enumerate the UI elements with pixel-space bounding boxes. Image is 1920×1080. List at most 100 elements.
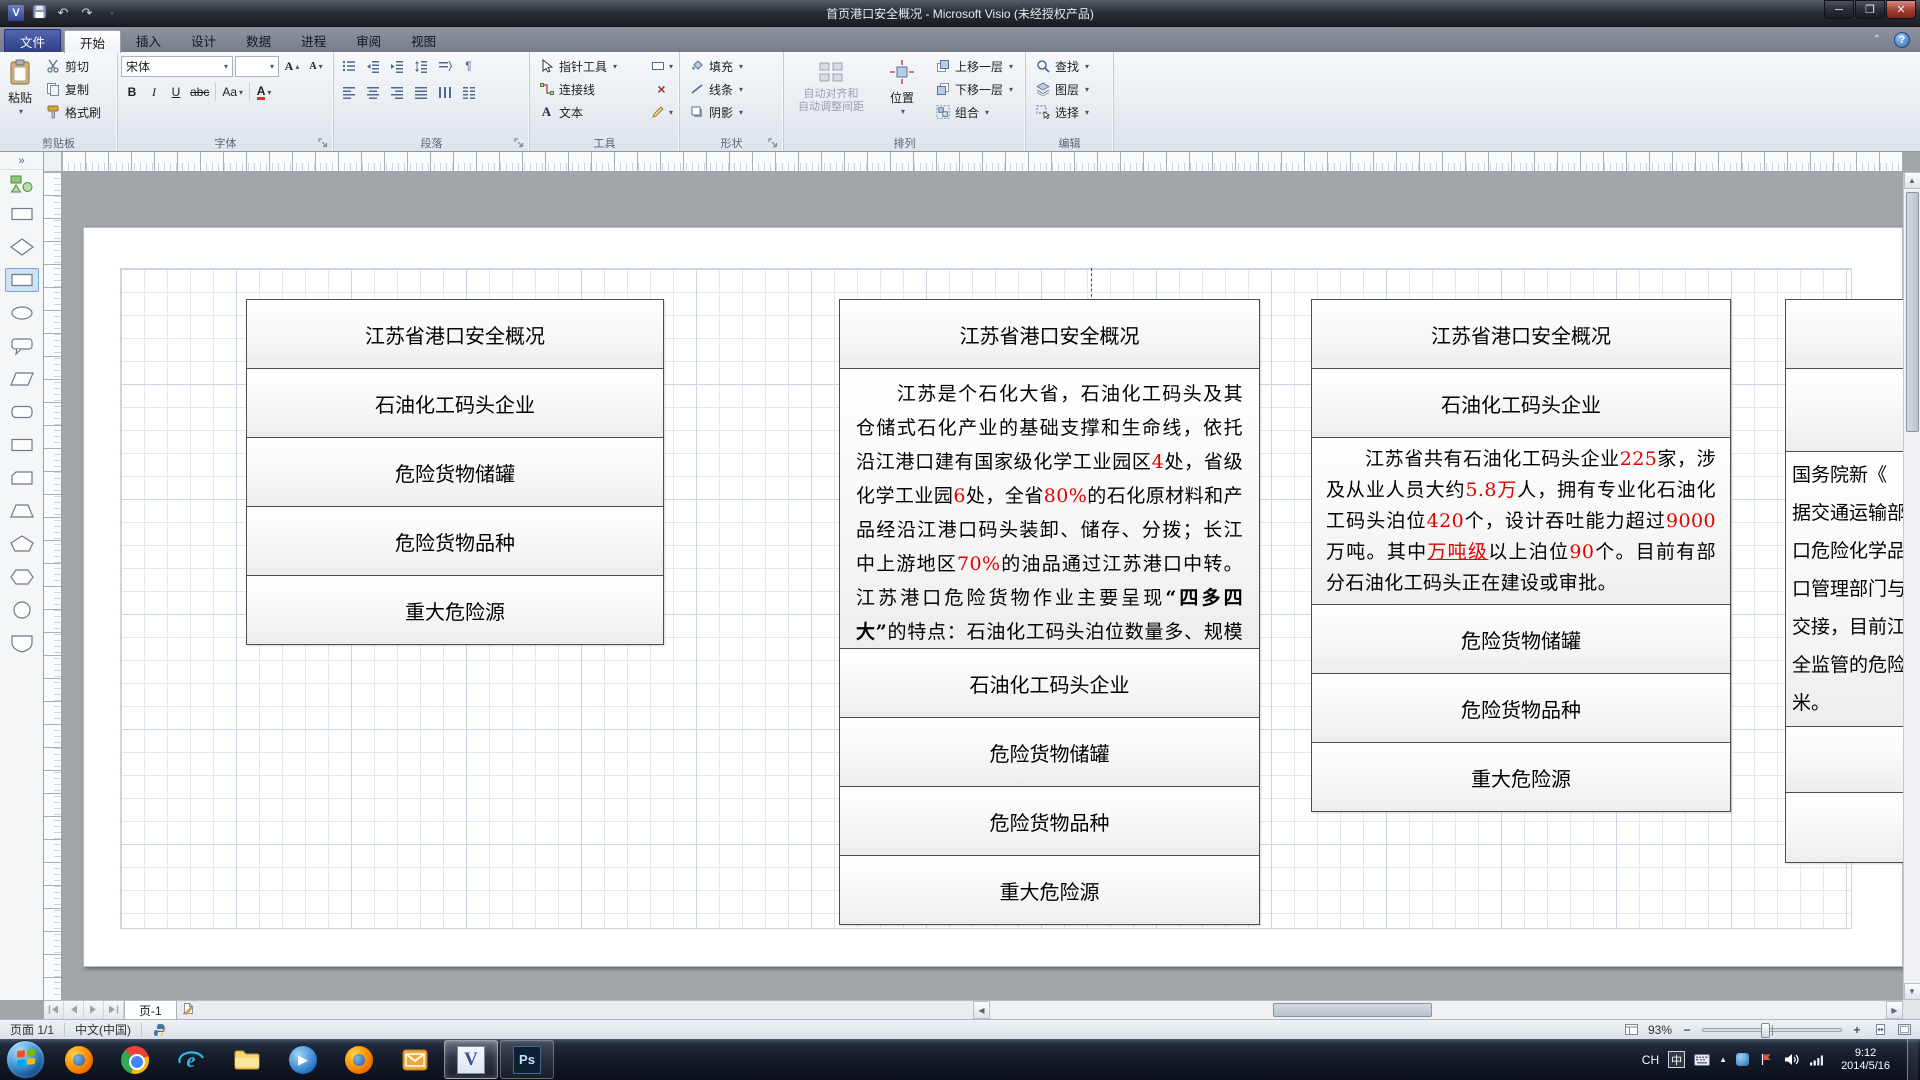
- diagram-box[interactable]: [1785, 299, 1903, 369]
- auto-align-button[interactable]: 自动对齐和自动调整间距: [787, 55, 875, 117]
- grow-font-button[interactable]: A▴: [281, 55, 303, 77]
- taskbar-photoshop[interactable]: Ps: [500, 1040, 554, 1079]
- stencil-shape-rectangle-2[interactable]: [5, 433, 39, 457]
- stencil-shape-trapezoid[interactable]: [5, 499, 39, 523]
- font-family-select[interactable]: 宋体▾: [121, 56, 233, 77]
- format-painter-button[interactable]: 格式刷: [39, 101, 106, 123]
- zoom-slider[interactable]: [1702, 1028, 1842, 1032]
- tab-view[interactable]: 视图: [396, 29, 451, 52]
- cut-button[interactable]: 剪切: [39, 55, 106, 77]
- scroll-left-button[interactable]: ◀: [973, 1001, 990, 1019]
- paste-button[interactable]: 粘贴 ▾: [3, 55, 37, 119]
- save-button[interactable]: [30, 4, 48, 22]
- tab-design[interactable]: 设计: [176, 29, 231, 52]
- keyboard-icon[interactable]: [1694, 1052, 1710, 1068]
- stencil-shape-pentagon[interactable]: [5, 532, 39, 556]
- minimize-button[interactable]: ─: [1824, 0, 1854, 19]
- underline-button[interactable]: U: [165, 81, 187, 103]
- group-button[interactable]: 组合▾: [929, 101, 1018, 123]
- input-mode-indicator[interactable]: [142, 1020, 178, 1039]
- undo-button[interactable]: ↶: [54, 4, 72, 22]
- language-band[interactable]: CH: [1642, 1053, 1659, 1067]
- freeform-tool-button[interactable]: ▾: [647, 101, 676, 123]
- maximize-button[interactable]: ❐: [1855, 0, 1885, 19]
- font-dialog-launcher[interactable]: [317, 137, 329, 149]
- columns-button[interactable]: [457, 81, 480, 103]
- shrink-font-button[interactable]: A▾: [305, 55, 327, 77]
- next-page-button[interactable]: [84, 1001, 104, 1019]
- diagram-box[interactable]: [1785, 726, 1903, 793]
- start-button[interactable]: [6, 1040, 45, 1079]
- insert-page-button[interactable]: [177, 1001, 201, 1019]
- network-icon[interactable]: [1808, 1052, 1824, 1068]
- diagram-box[interactable]: [1785, 792, 1903, 863]
- taskbar-internet-explorer[interactable]: e: [164, 1040, 218, 1079]
- taskbar-media-player[interactable]: ▶: [276, 1040, 330, 1079]
- diagram-box[interactable]: 重大危险源: [839, 855, 1260, 925]
- copy-button[interactable]: 复制: [39, 78, 106, 100]
- shadow-button[interactable]: 阴影▾: [683, 101, 748, 123]
- font-color-button[interactable]: A▾: [253, 81, 275, 103]
- diagram-box[interactable]: 危险货物品种: [1311, 673, 1731, 743]
- diagram-header-box[interactable]: 江苏省港口安全概况: [839, 299, 1260, 369]
- position-button[interactable]: 位置 ▾: [879, 55, 925, 119]
- tab-file[interactable]: 文件: [4, 29, 61, 52]
- zoom-level-label[interactable]: 93%: [1648, 1023, 1672, 1037]
- align-center-button[interactable]: [361, 81, 384, 103]
- bold-button[interactable]: B: [121, 81, 143, 103]
- volume-icon[interactable]: [1783, 1052, 1799, 1068]
- taskbar-visio[interactable]: V: [444, 1040, 498, 1079]
- diagram-header-box[interactable]: 江苏省港口安全概况: [1311, 299, 1731, 369]
- view-mode-icon[interactable]: [1624, 1023, 1640, 1037]
- layers-button[interactable]: 图层▾: [1029, 78, 1094, 100]
- diagram-paragraph[interactable]: 国务院新《据交通运输部和口危险化学品安口管理部门与安交接，目前江苏全监管的危险货…: [1785, 451, 1903, 727]
- stencil-shape-circle[interactable]: [5, 598, 39, 622]
- tab-data[interactable]: 数据: [231, 29, 286, 52]
- indent-increase-button[interactable]: [385, 55, 408, 77]
- diagram-box[interactable]: 石油化工码头企业: [246, 368, 664, 438]
- stencil-shape-shield-down[interactable]: [5, 631, 39, 655]
- tab-insert[interactable]: 插入: [121, 29, 176, 52]
- taskbar-windows-explorer[interactable]: [220, 1040, 274, 1079]
- first-page-button[interactable]: [44, 1001, 64, 1019]
- stencil-shape-rounded-rectangle[interactable]: [5, 400, 39, 424]
- minimize-ribbon-icon[interactable]: ⌃: [1868, 31, 1886, 49]
- scroll-right-button[interactable]: ▶: [1886, 1001, 1903, 1019]
- action-center-icon[interactable]: [1758, 1052, 1774, 1068]
- stencil-shape-rectangle-selected[interactable]: [5, 268, 39, 292]
- strikethrough-button[interactable]: abc: [187, 81, 212, 103]
- zoom-in-button[interactable]: +: [1850, 1023, 1864, 1037]
- stencil-shape-rectangle[interactable]: [5, 202, 39, 226]
- previous-page-button[interactable]: [64, 1001, 84, 1019]
- redo-button[interactable]: ↷: [78, 4, 96, 22]
- change-case-button[interactable]: Aa▾: [219, 81, 246, 103]
- taskbar-chrome[interactable]: [108, 1040, 162, 1079]
- drawing-page[interactable]: 江苏省港口安全概况石油化工码头企业危险货物储罐危险货物品种重大危险源 江苏省港口安…: [83, 227, 1903, 967]
- line-spacing-button[interactable]: [409, 55, 432, 77]
- horizontal-scrollbar[interactable]: ◀ ▶: [973, 1001, 1903, 1019]
- help-icon[interactable]: ?: [1894, 32, 1910, 48]
- close-button[interactable]: ✕: [1886, 0, 1916, 19]
- horizontal-scrollbar-track[interactable]: [990, 1001, 1886, 1019]
- show-hidden-icons-icon[interactable]: ▲: [1719, 1055, 1727, 1064]
- stencil-shape-callout[interactable]: [5, 334, 39, 358]
- tab-home[interactable]: 开始: [64, 30, 121, 53]
- vertical-scrollbar-thumb[interactable]: [1906, 192, 1919, 432]
- indent-decrease-button[interactable]: [361, 55, 384, 77]
- font-size-select[interactable]: ▾: [235, 56, 279, 77]
- stencil-shape-hexagon[interactable]: [5, 565, 39, 589]
- taskbar-outlook[interactable]: [388, 1040, 442, 1079]
- bring-forward-button[interactable]: 上移一层▾: [929, 55, 1018, 77]
- align-left-button[interactable]: [337, 81, 360, 103]
- show-desktop-button[interactable]: [1907, 1039, 1918, 1080]
- qat-customize-button[interactable]: ▾: [102, 4, 120, 22]
- diagram-paragraph[interactable]: 江苏省共有石油化工码头企业225家，涉及从业人员大约5.8万人，拥有专业化石油化…: [1311, 437, 1731, 605]
- stencil-shape-parallelogram[interactable]: [5, 367, 39, 391]
- select-button[interactable]: 选择▾: [1029, 101, 1094, 123]
- justify-button[interactable]: [409, 81, 432, 103]
- diagram-paragraph[interactable]: 江苏是个石化大省，石油化工码头及其仓储式石化产业的基础支撑和生命线，依托沿江港口…: [839, 368, 1260, 649]
- send-backward-button[interactable]: 下移一层▾: [929, 78, 1018, 100]
- text-tool-button[interactable]: A文本: [533, 101, 644, 123]
- diagram-box[interactable]: 危险货物储罐: [1311, 604, 1731, 674]
- stencil-shape-card[interactable]: [5, 466, 39, 490]
